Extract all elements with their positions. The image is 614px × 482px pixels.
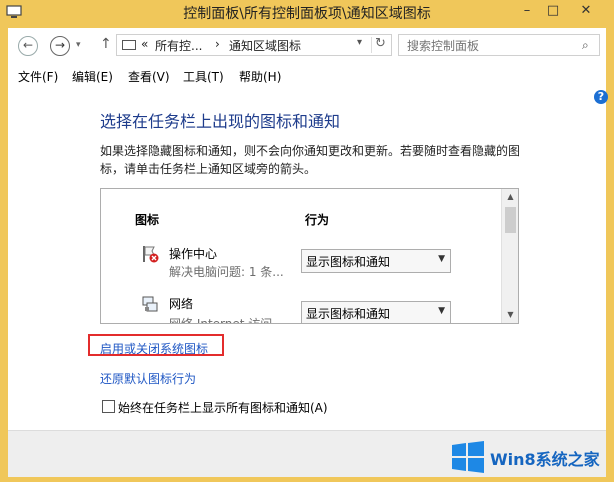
- column-header-behavior: 行为: [305, 213, 330, 227]
- address-segment-all-items[interactable]: 所有控...: [155, 37, 202, 54]
- behavior-select-action-center[interactable]: 显示图标和通知 ▼: [301, 249, 451, 273]
- row-subtext-action-center: 解决电脑问题: 1 条...: [169, 265, 284, 279]
- scroll-up-icon[interactable]: ▲: [502, 189, 518, 205]
- list-scrollbar[interactable]: ▲ ▼: [501, 189, 518, 323]
- minimize-button[interactable]: –: [514, 0, 540, 22]
- search-icon[interactable]: ⌕: [582, 38, 589, 53]
- scroll-thumb[interactable]: [505, 207, 516, 233]
- row-subtext-network: 网络 Internet 访问: [169, 317, 273, 324]
- content-area: ? 选择在任务栏上出现的图标和通知 如果选择隐藏图标和通知，则不会向你通知更改和…: [8, 88, 608, 430]
- forward-button[interactable]: →: [50, 36, 70, 56]
- restore-default-link[interactable]: 还原默认图标行为: [100, 370, 196, 387]
- scroll-down-icon[interactable]: ▼: [502, 307, 518, 323]
- address-divider: [371, 37, 372, 53]
- address-bar[interactable]: « 所有控... › 通知区域图标 ▾ ↻: [116, 34, 392, 56]
- forward-arrow-icon: →: [54, 38, 66, 52]
- up-button[interactable]: ↑: [100, 36, 112, 52]
- behavior-select-value: 显示图标和通知: [306, 255, 391, 269]
- title-bar: 控制面板\所有控制面板项\通知区域图标 – □ ✕: [0, 0, 614, 28]
- row-name-action-center: 操作中心: [169, 247, 218, 261]
- address-segment-notification-icons[interactable]: 通知区域图标: [229, 37, 301, 54]
- maximize-button[interactable]: □: [540, 0, 566, 22]
- search-input[interactable]: [398, 34, 600, 56]
- recent-locations-dropdown[interactable]: ▾: [76, 40, 81, 50]
- row-name-network: 网络: [169, 297, 194, 311]
- menu-file[interactable]: 文件(F): [18, 68, 58, 85]
- menu-edit[interactable]: 编辑(E): [72, 68, 113, 85]
- watermark-text: Win8系统之家: [490, 450, 600, 469]
- pc-icon: [122, 40, 136, 50]
- window-frame: 控制面板\所有控制面板项\通知区域图标 – □ ✕ ← → ▾ ↑ « 所有控.…: [0, 0, 614, 482]
- back-arrow-icon: ←: [22, 38, 34, 52]
- menu-help[interactable]: 帮助(H): [239, 68, 281, 85]
- menu-bar: 文件(F) 编辑(E) 查看(V) 工具(T) 帮助(H): [8, 64, 606, 88]
- column-header-icon: 图标: [135, 213, 160, 227]
- menu-view[interactable]: 查看(V): [128, 68, 170, 85]
- address-separator[interactable]: ›: [215, 37, 220, 51]
- address-dropdown-icon[interactable]: ▾: [357, 37, 362, 48]
- page-description: 如果选择隐藏图标和通知，则不会向你通知更改和更新。若要随时查看隐藏的图标，请单击…: [100, 144, 521, 176]
- behavior-select-value: 显示图标和通知: [306, 307, 391, 321]
- highlight-box: [88, 334, 224, 356]
- always-show-label[interactable]: 始终在任务栏上显示所有图标和通知(A): [118, 399, 328, 416]
- navigation-bar: ← → ▾ ↑ « 所有控... › 通知区域图标 ▾ ↻ ⌕: [8, 28, 606, 65]
- chevron-down-icon: ▼: [438, 306, 445, 316]
- flag-icon: [143, 246, 159, 263]
- page-title: 选择在任务栏上出现的图标和通知: [100, 112, 341, 131]
- behavior-select-network[interactable]: 显示图标和通知 ▼: [301, 301, 451, 323]
- address-chevron[interactable]: «: [141, 37, 148, 51]
- refresh-icon[interactable]: ↻: [375, 36, 386, 51]
- chevron-down-icon: ▼: [438, 254, 445, 264]
- network-icon: [142, 296, 158, 312]
- windows-logo-icon: [452, 441, 484, 473]
- back-button[interactable]: ←: [18, 36, 38, 56]
- help-icon[interactable]: ?: [594, 90, 608, 104]
- icon-list[interactable]: 图标 行为 操作中心 解决电脑问题: 1 条... 显示图标和通知 ▼ 网络 网…: [100, 188, 519, 324]
- menu-tools[interactable]: 工具(T): [183, 68, 224, 85]
- always-show-checkbox[interactable]: [102, 400, 115, 413]
- close-button[interactable]: ✕: [566, 0, 606, 22]
